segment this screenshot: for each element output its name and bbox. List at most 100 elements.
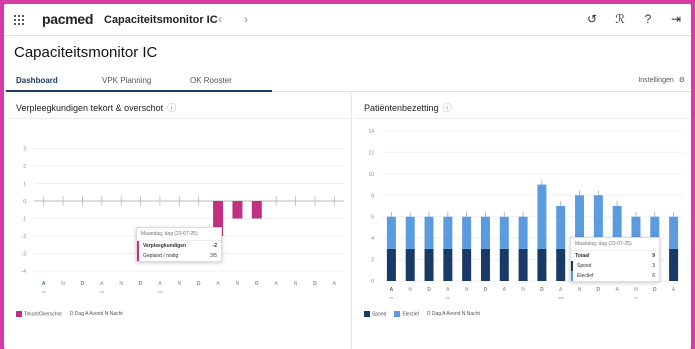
tooltip-header: Maandag, dag (23-07-25) [571,238,659,251]
x-tick-label: D [197,281,201,287]
spoed-bar [499,248,509,281]
x-day-label: ma [157,289,163,294]
top-bar: pacmed Capaciteitsmonitor IC ‹ › ↺ ℛ ? ⇥ [4,4,691,36]
legend-item-deficit: Tekort/Overschot [16,311,62,317]
electief-bar [537,184,547,249]
x-tick-label: A [216,281,220,287]
deficit-bar [232,201,243,219]
electief-bar [480,216,490,249]
y-tick-label: 6 [371,215,374,221]
spoed-bar [518,248,528,281]
occupancy-legend: Spoed Electief D Dag A Avond N Nacht [364,311,480,317]
tooltip-value: 6 [652,273,655,279]
x-tick-label: A [42,281,46,287]
x-day-label: zo [100,289,105,294]
forward-arrow-icon[interactable]: › [244,12,248,26]
y-tick-label: -4 [22,269,27,275]
legend-electief-label: Electief [402,311,419,318]
spoed-bar [405,248,415,281]
info-icon[interactable]: ⓘ [167,103,176,113]
x-tick-label: N [634,287,638,293]
shortage-chart: 3 2 1 0 -1 -2 -3 -4 Aze N D Azo N D Ama N D A N D A N D A [22,147,344,294]
back-arrow-icon[interactable]: ‹ [218,12,222,26]
x-tick-label: D [81,281,85,287]
x-tick-label: A [158,281,162,287]
app-window: pacmed Capaciteitsmonitor IC ‹ › ↺ ℛ ? ⇥… [4,4,691,349]
y-tick-label: 2 [23,164,26,170]
gear-icon: ⚙ [678,77,685,84]
tooltip-label: Verpleegkundigen [143,243,187,249]
tab-dashboard[interactable]: Dashboard [16,76,58,85]
x-tick-label: N [578,287,582,293]
logout-icon[interactable]: ⇥ [669,12,683,26]
tooltip-value: 9 [652,253,655,259]
x-day-label: ze [42,289,47,294]
y-tick-label: -3 [22,252,27,258]
x-tick-label: A [503,287,507,293]
y-tick-label: 0 [371,279,374,285]
electief-bar [556,206,566,249]
tooltip-header: Maandag, dag (23-07-25) [137,228,221,241]
occupancy-tooltip: Maandag, dag (23-07-25) Totaal 9 Spoed 3… [570,237,660,282]
tab-ok-rooster[interactable]: OK Rooster [190,76,232,85]
x-tick-label: A [100,281,104,287]
brand-logo: pacmed [42,11,94,27]
y-tick-label: 3 [23,147,26,153]
page-title: Capaciteitsmonitor IC [14,44,158,61]
electief-bar [443,216,453,249]
x-tick-label: N [465,287,469,293]
tooltip-label: Electief [577,273,594,279]
x-day-label: ma [558,295,564,300]
settings-label: Instellingen [638,77,674,84]
x-tick-label: D [313,281,317,287]
spoed-bar [556,248,566,281]
topbar-actions: ↺ ℛ ? ⇥ [585,12,683,26]
panel-divider [8,118,351,119]
y-tick-label: 1 [23,182,26,188]
x-tick-label: N [178,281,182,287]
tooltip-label: Totaal [575,253,590,259]
x-tick-label: A [615,287,619,293]
x-tick-label: N [236,281,240,287]
tooltip-row: Electief 6 [571,271,659,281]
electief-bar [462,216,472,249]
tooltip-row: Spoed 3 [571,261,659,271]
x-tick-label: A [333,281,337,287]
electief-bar [405,216,415,249]
user-settings-icon[interactable]: ℛ [613,12,627,26]
settings-button[interactable]: Instellingen ⚙ [638,76,685,84]
x-tick-label: N [119,281,123,287]
y-tick-label: 14 [368,129,374,135]
shortage-title-text: Verpleegkundigen tekort & overschot [16,103,164,113]
x-tick-label: A [672,287,676,293]
x-tick-label: D [653,287,657,293]
tooltip-label: Gepland / nodig [143,253,179,259]
tab-bar: Dashboard VPK Planning OK Rooster Instel… [4,70,691,92]
x-day-label: di [634,295,637,300]
app-grid-icon[interactable] [14,15,24,25]
legend-swatch [394,311,401,317]
legend-item-spoed: Spoed [364,311,386,317]
history-icon[interactable]: ↺ [585,12,599,26]
x-tick-label: D [540,287,544,293]
electief-bar [499,216,509,249]
shortage-legend: Tekort/Overschot D Dag A Avond N Nacht [16,311,123,317]
info-icon[interactable]: ⓘ [443,103,452,113]
tooltip-label: Spoed [577,263,592,269]
spoed-bar [443,248,453,281]
tooltip-row: Totaal 9 [571,251,659,261]
x-tick-label: N [61,281,65,287]
x-tick-label: N [294,281,298,287]
spoed-bar [424,248,434,281]
y-tick-label: 0 [23,199,26,205]
help-icon[interactable]: ? [641,12,655,26]
x-tick-label: A [559,287,563,293]
shortage-tooltip: Maandag, dag (23-07-25) Verpleegkundigen… [136,227,222,262]
spoed-bar [386,248,396,281]
shortage-panel: Verpleegkundigen tekort & overschot ⓘ 3 2 1… [8,93,352,349]
legend-swatch [16,311,22,317]
legend-swatch [364,311,370,317]
electief-bar [424,216,434,249]
x-day-label: ze [389,295,394,300]
tab-vpk-planning[interactable]: VPK Planning [102,76,151,85]
